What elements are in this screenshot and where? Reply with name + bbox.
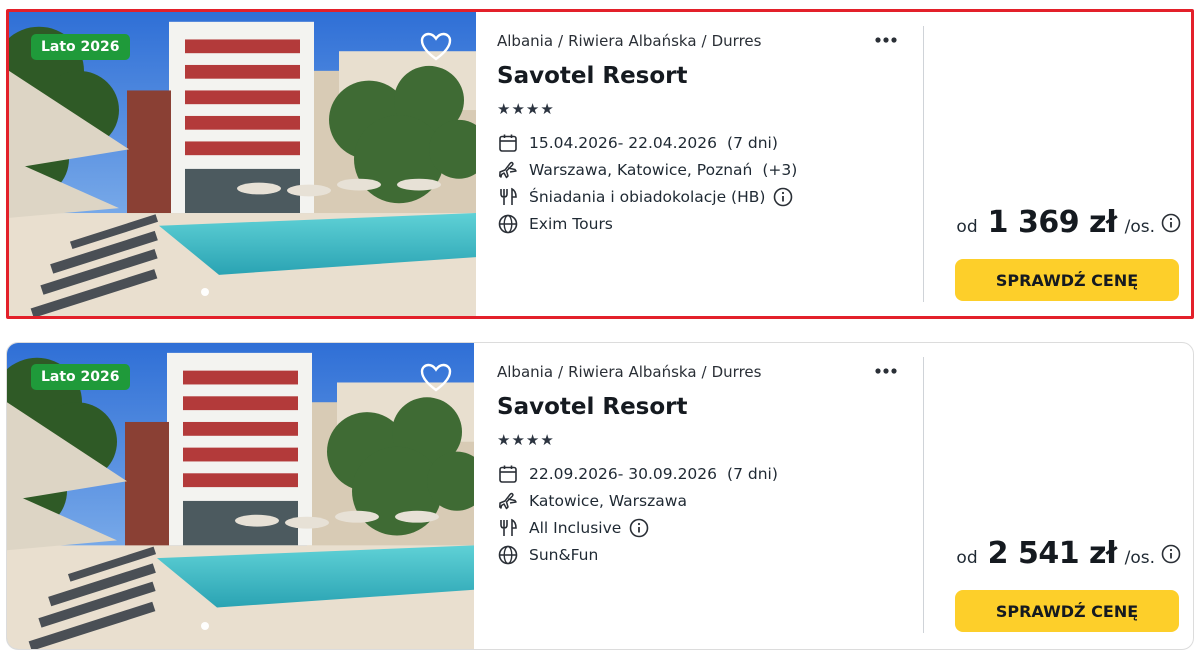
breadcrumb-separator: /	[558, 32, 564, 50]
heart-outline-icon[interactable]	[419, 361, 453, 395]
breadcrumb-separator: /	[701, 363, 707, 381]
breadcrumb-country[interactable]: Albania	[497, 32, 553, 50]
price-area: od 2 541 zł /os. SPRAWDŹ CENĘ	[947, 343, 1181, 649]
divider	[923, 357, 924, 633]
fork-knife-icon	[500, 187, 517, 205]
offer-info: Albania / Riwiera Albańska / Durres Savotel …	[497, 12, 937, 316]
price-unit: /os.	[1124, 548, 1155, 568]
check-price-button[interactable]: SPRAWDŹ CENĘ	[955, 590, 1179, 632]
offer-card[interactable]: Lato 2026 Albania / Riwiera Albańska / Durre…	[6, 342, 1194, 650]
departure-text: Warszawa, Katowice, Poznań	[529, 161, 753, 179]
departure-text: Katowice, Warszawa	[529, 492, 687, 510]
price-from-label: od	[956, 548, 978, 568]
hotel-photo[interactable]: Lato 2026	[9, 12, 476, 316]
season-badge: Lato 2026	[31, 364, 130, 390]
price-amount: 2 541 zł	[987, 536, 1117, 571]
price-from-label: od	[956, 217, 978, 237]
breadcrumb-city[interactable]: Durres	[712, 363, 762, 381]
fork-knife-icon	[500, 518, 517, 536]
breadcrumb-region[interactable]: Riwiera Albańska	[568, 363, 696, 381]
check-price-button[interactable]: SPRAWDŹ CENĘ	[955, 259, 1179, 301]
breadcrumb-country[interactable]: Albania	[497, 363, 553, 381]
departure-row: Katowice, Warszawa	[497, 489, 687, 513]
departure-row: Warszawa, Katowice, Poznań (+3)	[497, 158, 797, 182]
breadcrumb-city[interactable]: Durres	[712, 32, 762, 50]
calendar-icon	[499, 134, 517, 152]
three-dots-icon[interactable]	[872, 30, 900, 50]
breadcrumb: Albania / Riwiera Albańska / Durres	[497, 32, 761, 50]
board-text: All Inclusive	[529, 519, 622, 537]
price-line: od 2 541 zł /os.	[956, 536, 1181, 571]
breadcrumb: Albania / Riwiera Albańska / Durres	[497, 363, 761, 381]
board-row: Śniadania i obiadokolacje (HB)	[497, 185, 793, 209]
season-badge: Lato 2026	[31, 34, 130, 60]
operator-row: Sun&Fun	[497, 543, 598, 567]
board-text: Śniadania i obiadokolacje (HB)	[529, 188, 766, 206]
info-circle-icon[interactable]	[1161, 213, 1181, 233]
breadcrumb-separator: /	[701, 32, 707, 50]
hotel-name[interactable]: Savotel Resort	[497, 394, 688, 420]
breadcrumb-region[interactable]: Riwiera Albańska	[568, 32, 696, 50]
dates-text: 15.04.2026- 22.04.2026	[529, 134, 718, 152]
heart-outline-icon[interactable]	[419, 30, 453, 64]
price-area: od 1 369 zł /os. SPRAWDŹ CENĘ	[947, 12, 1181, 316]
price-amount: 1 369 zł	[987, 205, 1117, 240]
price-unit: /os.	[1124, 217, 1155, 237]
star-rating: ★★★★	[497, 100, 555, 118]
globe-icon	[498, 214, 518, 234]
departure-more[interactable]: (+3)	[762, 161, 797, 179]
info-circle-icon[interactable]	[629, 518, 649, 538]
operator-text: Sun&Fun	[529, 546, 599, 564]
operator-text: Exim Tours	[529, 215, 613, 233]
dates-row: 15.04.2026- 22.04.2026 (7 dni)	[497, 131, 778, 155]
duration-text: (7 dni)	[727, 134, 778, 152]
info-circle-icon[interactable]	[773, 187, 793, 207]
dates-row: 22.09.2026- 30.09.2026 (7 dni)	[497, 462, 778, 486]
carousel-dot[interactable]	[201, 622, 209, 630]
hotel-name[interactable]: Savotel Resort	[497, 63, 688, 89]
globe-icon	[498, 545, 518, 565]
airplane-icon	[499, 492, 517, 510]
duration-text: (7 dni)	[727, 465, 778, 483]
carousel-dot[interactable]	[201, 288, 209, 296]
airplane-icon	[499, 161, 517, 179]
board-row: All Inclusive	[497, 516, 649, 540]
dates-text: 22.09.2026- 30.09.2026	[529, 465, 718, 483]
calendar-icon	[499, 465, 517, 483]
three-dots-icon[interactable]	[872, 361, 900, 381]
offer-card[interactable]: Lato 2026 Albania / Riwiera Albańska / Durre…	[6, 9, 1194, 319]
price-line: od 1 369 zł /os.	[956, 205, 1181, 240]
hotel-photo[interactable]: Lato 2026	[7, 343, 474, 649]
operator-row: Exim Tours	[497, 212, 613, 236]
divider	[923, 26, 924, 302]
star-rating: ★★★★	[497, 431, 555, 449]
info-circle-icon[interactable]	[1161, 544, 1181, 564]
breadcrumb-separator: /	[558, 363, 564, 381]
offer-info: Albania / Riwiera Albańska / Durres Savotel …	[497, 343, 937, 649]
